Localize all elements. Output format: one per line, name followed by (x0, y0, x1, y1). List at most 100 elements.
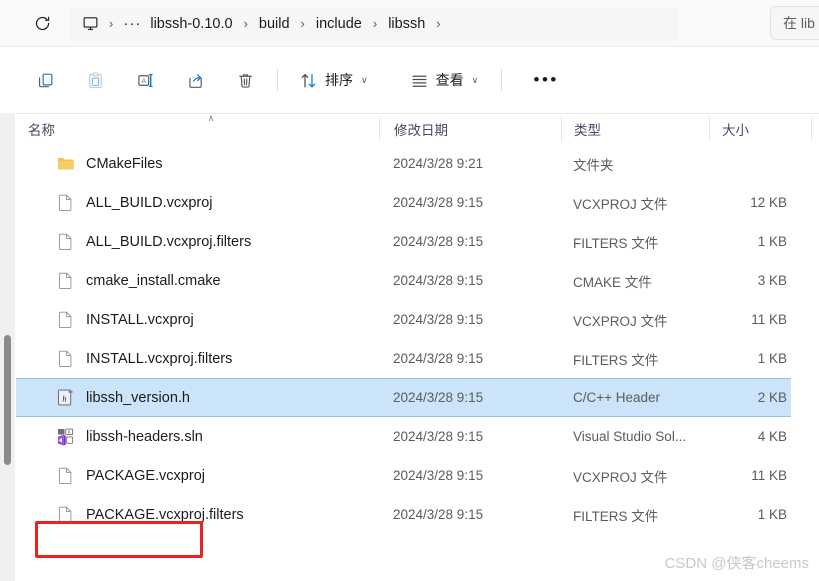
paste-button[interactable] (73, 62, 117, 98)
file-name-label: PACKAGE.vcxproj.filters (86, 506, 244, 523)
file-size-cell: 11 KB (751, 468, 787, 483)
file-icon (58, 311, 72, 328)
rename-icon: A (137, 73, 153, 87)
file-type-cell: VCXPROJ 文件 (573, 196, 668, 212)
file-date-cell: 2024/3/28 9:15 (393, 273, 484, 288)
table-row[interactable]: h libssh_version.h 2024/3/28 9:15 C/C++ Hea… (16, 378, 791, 417)
rename-button[interactable]: A (123, 62, 167, 98)
file-date-cell: 2024/3/28 9:15 (393, 312, 484, 327)
monitor-glyph (83, 17, 97, 31)
scrollbar-thumb[interactable] (4, 335, 11, 465)
table-row[interactable]: 6 libssh-headers.sln 2024/3/28 9:15 Visual … (16, 417, 791, 456)
file-type-cell: 文件夹 (573, 157, 614, 173)
column-header-row: ∧ 名称 修改日期 类型 大小 (16, 113, 819, 144)
header-divider-4[interactable] (811, 117, 812, 141)
details-view: ∧ 名称 修改日期 类型 大小 CMakeFiles 2024/3/28 9:21… (16, 113, 819, 581)
file-date-cell: 2024/3/28 9:15 (393, 351, 484, 366)
table-row[interactable]: cmake_install.cmake 2024/3/28 9:15 CMAKE 文… (16, 261, 791, 300)
file-name-label: cmake_install.cmake (86, 272, 221, 289)
sort-button-label: 排序 (325, 72, 353, 88)
sort-arrows-icon (301, 73, 316, 87)
paste-icon (88, 71, 102, 88)
search-input[interactable]: 在 lib (770, 6, 819, 40)
toolbar-divider-2 (501, 69, 503, 91)
table-row[interactable]: ALL_BUILD.vcxproj.filters 2024/3/28 9:15 F… (16, 222, 791, 261)
file-type-cell: C/C++ Header (573, 390, 661, 405)
file-size-cell: 2 KB (757, 390, 787, 405)
file-size-cell: 11 KB (751, 312, 787, 327)
breadcrumb-item-3[interactable]: libssh (383, 13, 430, 35)
toolbar-divider-1 (277, 69, 278, 91)
delete-button[interactable] (223, 62, 267, 98)
breadcrumb-item-2[interactable]: include (311, 13, 367, 35)
file-name-cell[interactable]: ALL_BUILD.vcxproj.filters (16, 222, 379, 261)
share-button[interactable] (173, 62, 217, 98)
address-bar: › ··· libssh-0.10.0 › build › include › … (0, 0, 819, 47)
copy-icon (38, 73, 52, 87)
column-header-date-modified[interactable]: 修改日期 (380, 113, 561, 144)
more-options-button[interactable]: ••• (524, 62, 568, 98)
breadcrumb-separator-0: › (109, 16, 114, 31)
column-header-size[interactable]: 大小 (710, 113, 811, 144)
file-name-cell[interactable]: h libssh_version.h (16, 378, 379, 417)
file-name-cell[interactable]: 6 libssh-headers.sln (16, 417, 379, 456)
file-date-cell: 2024/3/28 9:15 (393, 429, 484, 444)
table-row[interactable]: INSTALL.vcxproj 2024/3/28 9:15 VCXPROJ 文件 1… (16, 300, 791, 339)
file-name-cell[interactable]: INSTALL.vcxproj.filters (16, 339, 379, 378)
chevron-down-icon: ∨ (361, 74, 368, 85)
vertical-scrollbar[interactable] (0, 113, 15, 581)
vs-solution-icon: 6 (57, 428, 74, 446)
view-list-icon (412, 75, 427, 87)
file-type-cell: FILTERS 文件 (573, 352, 659, 368)
column-header-type[interactable]: 类型 (562, 113, 709, 144)
breadcrumb-separator-4: › (436, 16, 441, 31)
file-type-cell: CMAKE 文件 (573, 274, 652, 290)
file-name-label: INSTALL.vcxproj (86, 311, 194, 328)
file-name-cell[interactable]: INSTALL.vcxproj (16, 300, 379, 339)
file-name-cell[interactable]: CMakeFiles (16, 144, 379, 183)
sort-button[interactable]: 排序 ∨ (290, 62, 377, 98)
breadcrumb-item-1[interactable]: build (254, 13, 295, 35)
file-name-cell[interactable]: cmake_install.cmake (16, 261, 379, 300)
file-name-cell[interactable]: PACKAGE.vcxproj (16, 456, 379, 495)
file-size-cell: 1 KB (757, 234, 787, 249)
copy-button[interactable] (23, 62, 67, 98)
file-name-cell[interactable]: ALL_BUILD.vcxproj (16, 183, 379, 222)
view-button[interactable]: 查看 ∨ (401, 62, 488, 98)
this-pc-icon[interactable] (77, 11, 103, 37)
table-row[interactable]: PACKAGE.vcxproj.filters 2024/3/28 9:15 FIL… (16, 495, 791, 534)
file-name-label: CMakeFiles (86, 155, 163, 172)
svg-text:A: A (141, 78, 146, 85)
file-name-label: ALL_BUILD.vcxproj (86, 194, 213, 211)
breadcrumb-separator-1: › (243, 16, 248, 31)
breadcrumb-overflow-button[interactable]: ··· (119, 11, 145, 37)
breadcrumb: › ··· libssh-0.10.0 › build › include › … (69, 6, 679, 41)
file-date-cell: 2024/3/28 9:21 (393, 156, 484, 171)
file-date-cell: 2024/3/28 9:15 (393, 234, 484, 249)
table-row[interactable]: CMakeFiles 2024/3/28 9:21 文件夹 (16, 144, 791, 183)
file-date-cell: 2024/3/28 9:15 (393, 468, 484, 483)
file-type-cell: FILTERS 文件 (573, 508, 659, 524)
folder-icon (57, 158, 74, 170)
svg-text:6: 6 (68, 430, 71, 436)
table-row[interactable]: ALL_BUILD.vcxproj 2024/3/28 9:15 VCXPROJ 文… (16, 183, 791, 222)
breadcrumb-item-0[interactable]: libssh-0.10.0 (145, 13, 237, 35)
file-type-cell: Visual Studio Sol... (573, 429, 687, 444)
file-icon (58, 350, 72, 367)
chevron-down-icon: ∨ (471, 74, 479, 85)
file-type-cell: VCXPROJ 文件 (573, 313, 668, 329)
share-icon (188, 73, 202, 88)
column-header-name[interactable]: 名称 (16, 113, 379, 144)
file-name-label: INSTALL.vcxproj.filters (86, 350, 233, 367)
svg-text:h: h (62, 394, 66, 403)
file-name-label: ALL_BUILD.vcxproj.filters (86, 233, 252, 250)
file-name-cell[interactable]: PACKAGE.vcxproj.filters (16, 495, 379, 534)
file-icon (58, 233, 72, 250)
file-size-cell: 1 KB (757, 507, 787, 522)
file-icon (58, 194, 72, 211)
file-type-cell: FILTERS 文件 (573, 235, 659, 251)
refresh-icon[interactable] (25, 7, 59, 41)
refresh-glyph (35, 16, 49, 31)
table-row[interactable]: INSTALL.vcxproj.filters 2024/3/28 9:15 FIL… (16, 339, 791, 378)
table-row[interactable]: PACKAGE.vcxproj 2024/3/28 9:15 VCXPROJ 文件 1… (16, 456, 791, 495)
